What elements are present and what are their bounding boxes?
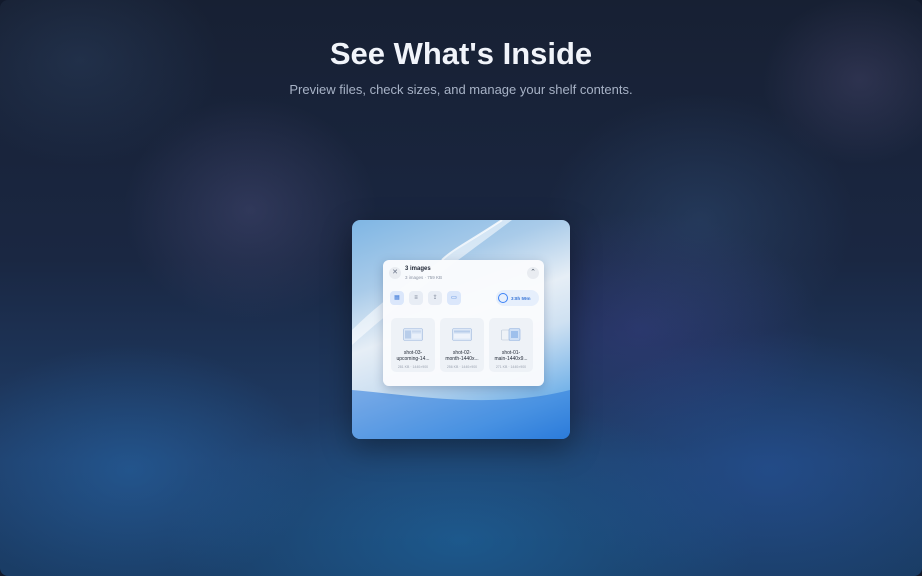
shelf-title: 3 images <box>405 266 431 272</box>
hero-subtitle: Preview files, check sizes, and manage y… <box>289 82 633 97</box>
timer-ring-icon <box>498 293 508 303</box>
list-view-button[interactable]: ≡ <box>409 291 423 305</box>
list-view-icon: ≡ <box>414 295 418 301</box>
grid-view-icon: ▦ <box>394 295 400 301</box>
file-name: shot-01- main-1440x9... <box>494 350 528 362</box>
image-thumbnail-icon <box>403 328 423 341</box>
folder-button[interactable]: ▭ <box>447 291 461 305</box>
shelf-panel: ✕ 3 images 3 images · 759 KB ⌃ ▦ ≡ ⇪ ▭ 3… <box>383 260 544 386</box>
share-icon: ⇪ <box>432 295 438 301</box>
file-grid: shot-03- upcoming-14... 281 KB · 1440×90… <box>391 318 533 372</box>
file-name: shot-03- upcoming-14... <box>396 350 430 362</box>
file-name: shot-02- month-1440x... <box>445 350 479 362</box>
image-thumbnail-icon <box>452 328 472 341</box>
timer-pill[interactable]: 3:8h 59m <box>496 290 539 306</box>
timer-text: 3:8h 59m <box>511 295 531 301</box>
page-background: See What's Inside Preview files, check s… <box>0 0 922 576</box>
file-size: 256 KB · 1440×900 <box>446 365 478 369</box>
close-button[interactable]: ✕ <box>389 267 401 279</box>
collapse-button[interactable]: ⌃ <box>527 267 539 279</box>
file-tile[interactable]: shot-02- month-1440x... 256 KB · 1440×90… <box>440 318 484 372</box>
file-size: 281 KB · 1440×900 <box>397 365 429 369</box>
chevron-up-icon: ⌃ <box>530 269 536 276</box>
share-button[interactable]: ⇪ <box>428 291 442 305</box>
file-size: 271 KB · 1440×900 <box>495 365 527 369</box>
file-tile[interactable]: shot-03- upcoming-14... 281 KB · 1440×90… <box>391 318 435 372</box>
shelf-meta: 3 images · 759 KB <box>405 275 443 280</box>
hero-title: See What's Inside <box>329 36 593 71</box>
preview-card: ✕ 3 images 3 images · 759 KB ⌃ ▦ ≡ ⇪ ▭ 3… <box>352 220 570 439</box>
grid-view-button[interactable]: ▦ <box>390 291 404 305</box>
folder-icon: ▭ <box>451 295 457 301</box>
close-icon: ✕ <box>392 269 398 276</box>
shelf-toolbar: ▦ ≡ ⇪ ▭ <box>390 291 461 305</box>
file-tile[interactable]: shot-01- main-1440x9... 271 KB · 1440×90… <box>489 318 533 372</box>
image-thumbnail-icon <box>501 328 521 341</box>
